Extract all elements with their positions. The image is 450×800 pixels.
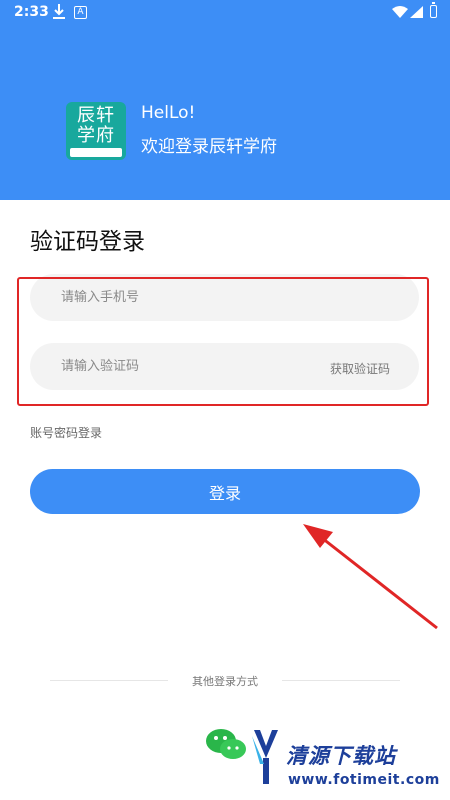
watermark-url: www.fotimeit.com: [288, 772, 440, 788]
watermark-logo-icon: [252, 730, 278, 784]
watermark-text: 清源下载站: [286, 744, 396, 768]
wechat-icon[interactable]: [205, 727, 249, 763]
other-login-label: 其他登录方式: [192, 675, 258, 688]
